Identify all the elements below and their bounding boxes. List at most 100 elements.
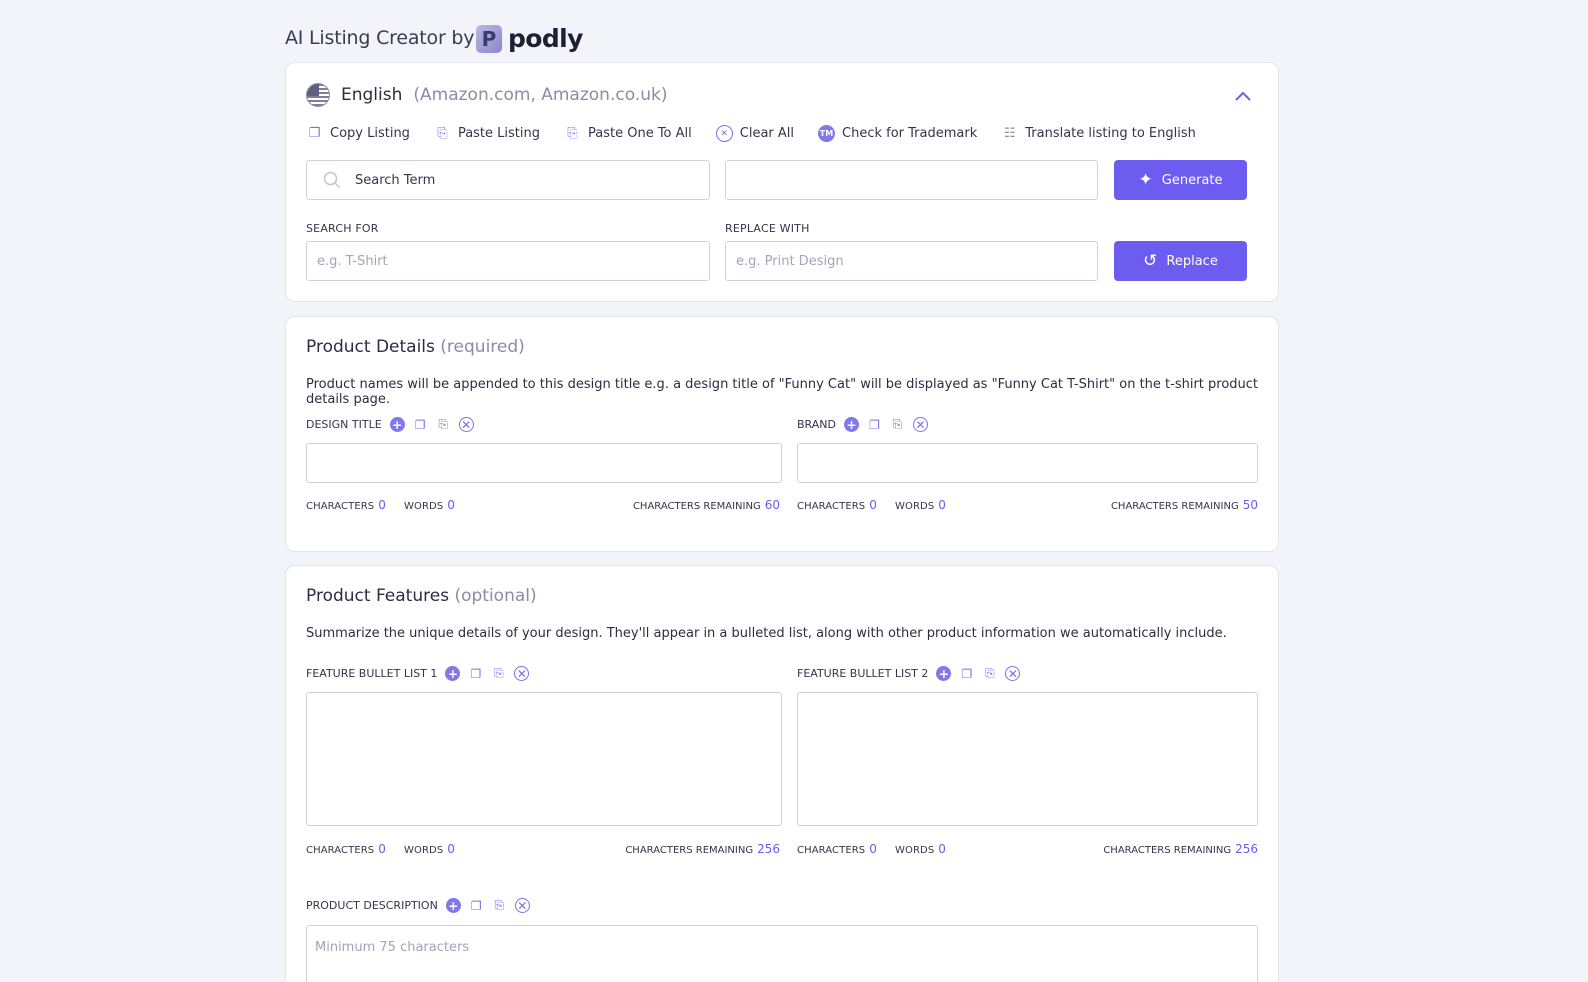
design-title-remaining: CHARACTERS REMAINING 60	[633, 498, 780, 512]
clear-icon[interactable]: ✕	[514, 898, 530, 913]
toolbar-label: Check for Trademark	[842, 126, 978, 141]
clear-icon[interactable]: ✕	[912, 417, 928, 432]
remaining-count: 50	[1242, 498, 1258, 512]
characters-label: CHARACTERS	[306, 501, 375, 512]
feature-bullet-1-header: FEATURE BULLET LIST 1 + ❐ ⎘ ✕	[306, 666, 530, 681]
product-details-title: Product Details (required)	[306, 337, 525, 357]
add-icon[interactable]: +	[445, 898, 461, 913]
podly-logo-mark: P	[476, 24, 502, 53]
generate-button[interactable]: ✦ Generate	[1114, 160, 1247, 200]
feature-bullet-1-textarea[interactable]	[306, 692, 782, 826]
section-title-text: Product Details	[306, 337, 435, 357]
podly-logo-text: podly	[508, 24, 583, 53]
copy-icon[interactable]: ❐	[867, 417, 882, 432]
words-label: WORDS	[895, 501, 935, 512]
clipboard-icon[interactable]: ⎘	[982, 666, 997, 681]
search-term-input[interactable]: Search Term	[306, 160, 710, 200]
product-features-card: Product Features (optional) Summarize th…	[285, 565, 1279, 982]
field-label: FEATURE BULLET LIST 1	[306, 667, 438, 680]
words-count: 0	[447, 498, 456, 512]
clear-icon[interactable]: ✕	[514, 666, 530, 681]
us-flag-icon	[306, 83, 330, 107]
characters-count: 0	[378, 498, 387, 512]
feature-bullet-2-textarea[interactable]	[797, 692, 1258, 826]
field-label: FEATURE BULLET LIST 2	[797, 667, 929, 680]
clear-icon: ✕	[715, 125, 733, 142]
language-markets: (Amazon.com, Amazon.co.uk)	[413, 85, 668, 105]
characters-label: CHARACTERS	[797, 501, 866, 512]
search-term-secondary-input[interactable]	[725, 160, 1098, 200]
search-for-label: SEARCH FOR	[306, 222, 379, 235]
design-title-input[interactable]	[306, 443, 782, 483]
copy-icon[interactable]: ❐	[469, 898, 484, 913]
brand-header: BRAND + ❐ ⎘ ✕	[797, 417, 928, 432]
remaining-count: 60	[764, 498, 780, 512]
chevron-up-icon[interactable]	[1232, 85, 1254, 107]
add-icon[interactable]: +	[445, 666, 461, 681]
clipboard-icon[interactable]: ⎘	[492, 898, 507, 913]
characters-label: CHARACTERS	[797, 845, 866, 856]
field-label: DESIGN TITLE	[306, 418, 382, 431]
product-details-card: Product Details (required) Product names…	[285, 316, 1279, 552]
words-count: 0	[938, 842, 947, 856]
words-label: WORDS	[404, 845, 444, 856]
clipboard-icon[interactable]: ⎘	[436, 417, 451, 432]
listing-toolbar: ❐ Copy Listing ⎘ Paste Listing ⎘ Paste O…	[306, 125, 1196, 142]
feature-bullet-2-remaining: CHARACTERS REMAINING 256	[1103, 842, 1258, 856]
add-icon[interactable]: +	[389, 417, 405, 432]
product-description-textarea[interactable]: Minimum 75 characters	[306, 925, 1258, 982]
clear-all-button[interactable]: ✕ Clear All	[715, 125, 794, 142]
replace-label: Replace	[1166, 253, 1218, 269]
sparkle-icon: ✦	[1138, 170, 1153, 190]
design-title-header: DESIGN TITLE + ❐ ⎘ ✕	[306, 417, 474, 432]
toolbar-label: Paste One To All	[588, 126, 692, 141]
copy-listing-button[interactable]: ❐ Copy Listing	[306, 125, 410, 142]
brand-input[interactable]	[797, 443, 1258, 483]
toolbar-label: Translate listing to English	[1025, 126, 1196, 141]
product-features-description: Summarize the unique details of your des…	[306, 626, 1227, 641]
remaining-label: CHARACTERS REMAINING	[1103, 845, 1232, 856]
paste-one-to-all-button[interactable]: ⎘ Paste One To All	[564, 125, 692, 142]
podly-logo[interactable]: P podly	[476, 24, 583, 53]
replace-button[interactable]: ↺ Replace	[1114, 241, 1247, 281]
product-description-header: PRODUCT DESCRIPTION + ❐ ⎘ ✕	[306, 898, 530, 913]
translate-icon: ☷	[1003, 126, 1016, 141]
replace-with-placeholder: e.g. Print Design	[736, 253, 844, 269]
remaining-label: CHARACTERS REMAINING	[625, 845, 754, 856]
remaining-label: CHARACTERS REMAINING	[632, 501, 761, 512]
add-icon[interactable]: +	[843, 417, 859, 432]
brand-remaining: CHARACTERS REMAINING 50	[1111, 498, 1258, 512]
clear-icon[interactable]: ✕	[1005, 666, 1021, 681]
product-description-placeholder: Minimum 75 characters	[315, 940, 470, 955]
translate-listing-button[interactable]: ☷ Translate listing to English	[1001, 125, 1196, 142]
check-trademark-button[interactable]: TM Check for Trademark	[818, 125, 977, 142]
copy-icon[interactable]: ❐	[959, 666, 974, 681]
copy-icon[interactable]: ❐	[413, 417, 428, 432]
words-label: WORDS	[895, 845, 935, 856]
copy-icon: ❐	[308, 126, 321, 141]
section-title-text: Product Features	[306, 586, 450, 606]
replace-with-label: REPLACE WITH	[725, 222, 810, 235]
feature-bullet-1-counts: CHARACTERS 0 WORDS 0	[306, 842, 455, 856]
toolbar-label: Copy Listing	[330, 126, 410, 141]
language-name: English	[341, 85, 403, 105]
replace-with-input[interactable]: e.g. Print Design	[725, 241, 1098, 281]
words-count: 0	[447, 842, 456, 856]
paste-listing-button[interactable]: ⎘ Paste Listing	[434, 125, 540, 142]
characters-count: 0	[869, 842, 878, 856]
copy-icon[interactable]: ❐	[468, 666, 483, 681]
field-label: BRAND	[797, 418, 836, 431]
search-for-placeholder: e.g. T-Shirt	[317, 253, 388, 269]
page-title: AI Listing Creator by	[285, 27, 475, 49]
trademark-icon: TM	[818, 125, 836, 142]
clear-icon[interactable]: ✕	[458, 417, 474, 432]
section-tag: (optional)	[454, 586, 537, 606]
clipboard-icon[interactable]: ⎘	[491, 666, 506, 681]
feature-bullet-2-counts: CHARACTERS 0 WORDS 0	[797, 842, 946, 856]
characters-count: 0	[869, 498, 878, 512]
clipboard-icon: ⎘	[567, 126, 578, 141]
add-icon[interactable]: +	[936, 666, 952, 681]
clipboard-icon[interactable]: ⎘	[890, 417, 905, 432]
words-count: 0	[938, 498, 947, 512]
search-for-input[interactable]: e.g. T-Shirt	[306, 241, 710, 281]
